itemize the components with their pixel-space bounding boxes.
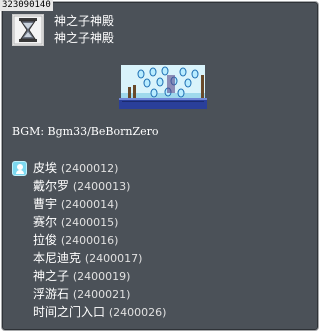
npc-id: (2400017) bbox=[84, 252, 143, 265]
npc-list-item: 时间之门入口 (2400026) bbox=[12, 303, 312, 321]
npc-id: (2400016) bbox=[60, 234, 119, 247]
npc-list-item: 曹宇 (2400014) bbox=[12, 195, 312, 213]
npc-name: 曹宇 bbox=[33, 197, 58, 211]
npc-list-item: 拉俊 (2400016) bbox=[12, 231, 312, 249]
npc-name: 拉俊 bbox=[33, 233, 58, 247]
npc-marker-icon bbox=[12, 161, 27, 176]
npc-list: 皮埃 (2400012) 戴尔罗 (2400013) 曹宇 (2400014) 赛尔 … bbox=[12, 159, 312, 321]
npc-list-item: 神之子 (2400019) bbox=[12, 267, 312, 285]
npc-list-item: 皮埃 (2400012) bbox=[12, 159, 312, 177]
hourglass-icon bbox=[12, 14, 44, 46]
npc-list-item: 戴尔罗 (2400013) bbox=[12, 177, 312, 195]
npc-name: 赛尔 bbox=[33, 215, 58, 229]
npc-name: 神之子 bbox=[33, 269, 70, 283]
npc-id: (2400021) bbox=[72, 288, 131, 301]
map-id-label: 323090140 bbox=[0, 0, 53, 11]
npc-id: (2400015) bbox=[60, 216, 119, 229]
npc-name: 时间之门入口 bbox=[33, 305, 106, 319]
npc-name: 本尼迪克 bbox=[33, 251, 82, 265]
temple-minimap-image bbox=[119, 63, 207, 109]
npc-name: 浮游石 bbox=[33, 287, 70, 301]
npc-name: 戴尔罗 bbox=[33, 179, 70, 193]
npc-id: (2400012) bbox=[60, 162, 119, 175]
map-name: 神之子神殿 bbox=[54, 31, 115, 45]
npc-list-item: 浮游石 (2400021) bbox=[12, 285, 312, 303]
npc-id: (2400026) bbox=[108, 306, 167, 319]
npc-list-item: 赛尔 (2400015) bbox=[12, 213, 312, 231]
street-name: 神之子神殿 bbox=[54, 14, 115, 28]
npc-id: (2400014) bbox=[60, 198, 119, 211]
bgm-label: BGM: Bgm33/BeBornZero bbox=[12, 125, 159, 138]
npc-id: (2400019) bbox=[72, 270, 131, 283]
npc-name: 皮埃 bbox=[33, 161, 58, 175]
map-info-tooltip: 神之子神殿 神之子神殿 BGM: Bgm33/BeBornZero 皮埃 (24… bbox=[1, 1, 319, 331]
npc-id: (2400013) bbox=[72, 180, 131, 193]
npc-list-item: 本尼迪克 (2400017) bbox=[12, 249, 312, 267]
